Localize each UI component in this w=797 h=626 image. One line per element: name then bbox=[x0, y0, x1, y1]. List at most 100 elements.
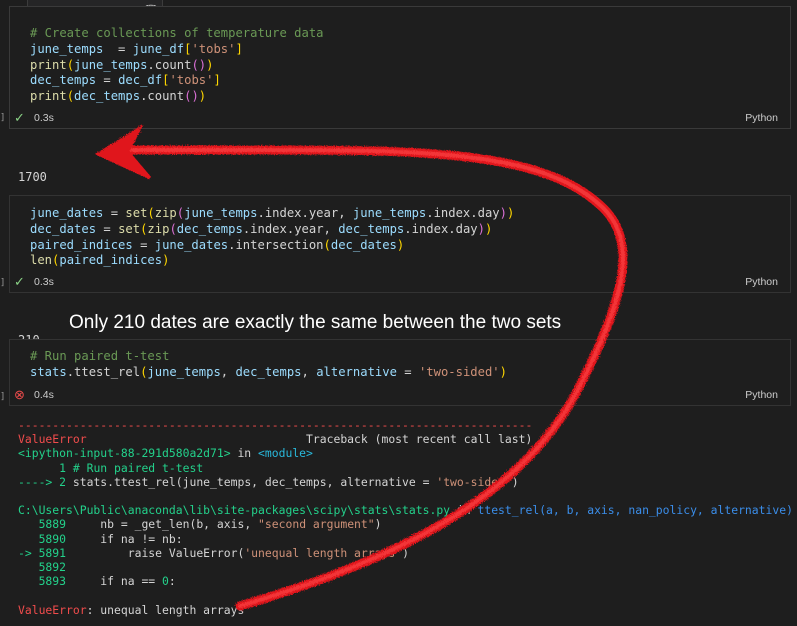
code-token: 'two-sided' bbox=[436, 474, 512, 489]
code-token: C:\Users\Public\anaconda\lib\site-packag… bbox=[18, 503, 451, 518]
cell-2-status: ✓ 0.3s Python bbox=[14, 274, 778, 292]
code-line: print(june_temps.count()) bbox=[30, 58, 324, 74]
code-token: .intersection bbox=[228, 237, 324, 252]
code-token: ) bbox=[374, 517, 382, 532]
code-token: in bbox=[450, 503, 478, 518]
cell-2-bracket: ] bbox=[0, 278, 6, 288]
code-token: ] bbox=[213, 73, 221, 88]
code-token: .index.day bbox=[404, 221, 478, 236]
code-token: # Create collections of temperature data bbox=[30, 26, 324, 40]
cell-3-language[interactable]: Python bbox=[745, 389, 778, 401]
traceback-line: ValueError Traceback (most recent call l… bbox=[18, 432, 793, 446]
cell-3-exec-time: 0.4s bbox=[34, 389, 54, 401]
traceback-line: 5892 bbox=[18, 560, 793, 574]
error-circle-icon: ⊗ bbox=[14, 387, 25, 402]
code-token: june_dates bbox=[154, 237, 229, 252]
code-token: dec_temps bbox=[74, 89, 141, 104]
code-token: in bbox=[230, 446, 259, 461]
code-token: 'tobs' bbox=[169, 73, 214, 88]
code-line: paired_indices = june_dates.intersection… bbox=[30, 238, 514, 254]
code-token: ( bbox=[323, 237, 331, 252]
code-token: Traceback (most recent call last) bbox=[86, 432, 533, 447]
code-token: dec_dates bbox=[30, 221, 97, 236]
annotation-text: Only 210 dates are exactly the same betw… bbox=[69, 312, 562, 333]
traceback-line bbox=[18, 588, 793, 602]
code-token: len bbox=[30, 253, 53, 268]
code-token: if na != nb: bbox=[66, 531, 183, 546]
code-token: alternative bbox=[316, 364, 397, 379]
code-token: 'unequal length arrays' bbox=[244, 545, 403, 560]
code-token: -> 5891 bbox=[18, 545, 67, 560]
code-token: set bbox=[118, 221, 141, 236]
code-token: june_temps bbox=[74, 57, 148, 72]
traceback-line: ----------------------------------------… bbox=[18, 418, 793, 432]
traceback-line: 5893 if na == 0: bbox=[18, 574, 793, 588]
code-token: dec_dates bbox=[330, 237, 397, 252]
code-token: print bbox=[30, 57, 67, 72]
traceback-output: ----------------------------------------… bbox=[18, 418, 793, 617]
code-token: dec_temps bbox=[235, 364, 302, 379]
code-token: dec_temps bbox=[338, 221, 405, 236]
code-line: june_dates = set(zip(june_temps.index.ye… bbox=[30, 206, 514, 222]
code-token: ) bbox=[511, 474, 519, 489]
code-token: ) bbox=[402, 545, 409, 560]
code-token: ValueError bbox=[18, 602, 87, 617]
code-line: # Run paired t-test bbox=[30, 349, 507, 365]
code-token: = bbox=[96, 221, 119, 236]
code-token: june_df bbox=[132, 41, 185, 56]
code-token: ) bbox=[162, 253, 170, 268]
cell-1-bracket: ] bbox=[0, 113, 6, 123]
cell-2-language[interactable]: Python bbox=[745, 276, 778, 288]
code-token: 5890 bbox=[18, 531, 67, 546]
code-token: <ipython-input-88-291d580a2d71> bbox=[18, 446, 231, 461]
traceback-line: 1 # Run paired t-test bbox=[18, 461, 793, 475]
cell-1-code[interactable]: # Create collections of temperature data… bbox=[30, 26, 324, 105]
code-token: ( bbox=[147, 206, 155, 220]
code-token: .index.year, bbox=[242, 221, 339, 236]
code-token: .index.day bbox=[426, 206, 500, 220]
code-line: dec_dates = set(zip(dec_temps.index.year… bbox=[30, 222, 514, 238]
traceback-line: 5890 if na != nb: bbox=[18, 532, 793, 546]
cell-1-language[interactable]: Python bbox=[745, 112, 778, 124]
traceback-line bbox=[18, 489, 793, 503]
code-token: ) bbox=[206, 57, 214, 72]
cell-1-status: ✓ 0.3s Python bbox=[14, 110, 778, 128]
code-token: , bbox=[220, 364, 236, 379]
code-token: june_temps bbox=[352, 206, 427, 220]
code-token: ttest_rel(a, b, axis, nan_policy, altern… bbox=[477, 503, 793, 518]
code-token: .count bbox=[140, 89, 185, 104]
traceback-line: -> 5891 raise ValueError('unequal length… bbox=[18, 546, 793, 560]
code-token: 'two-sided' bbox=[418, 364, 500, 379]
cell-3-code[interactable]: # Run paired t-test stats.ttest_rel(june_… bbox=[30, 349, 507, 381]
code-token: ValueError bbox=[18, 432, 87, 447]
code-token: dec_df bbox=[118, 73, 163, 88]
code-token: 'tobs' bbox=[191, 41, 236, 56]
code-token: ) bbox=[396, 237, 405, 252]
code-token: 5889 bbox=[18, 517, 67, 532]
success-check-icon: ✓ bbox=[14, 274, 25, 289]
code-token: ) bbox=[499, 364, 507, 379]
success-check-icon: ✓ bbox=[14, 110, 25, 125]
traceback-line: <ipython-input-88-291d580a2d71> in <modu… bbox=[18, 446, 793, 460]
code-token: 5893 bbox=[18, 574, 67, 589]
code-token: "second argument" bbox=[258, 517, 375, 532]
code-token: if na == bbox=[66, 574, 163, 589]
code-token: : unequal length arrays bbox=[86, 602, 245, 617]
code-token: 0 bbox=[162, 574, 169, 589]
code-token: june_dates bbox=[30, 206, 104, 220]
code-token: .count bbox=[147, 57, 192, 72]
code-token: ( bbox=[66, 89, 75, 104]
cell-1-exec-time: 0.3s bbox=[34, 112, 54, 124]
cell-3-bracket: ] bbox=[0, 392, 6, 402]
code-token: june_temps bbox=[30, 41, 104, 56]
code-token: ) bbox=[499, 206, 507, 220]
code-token: ----------------------------------------… bbox=[18, 418, 533, 432]
code-token: ) bbox=[484, 221, 493, 236]
code-token: = bbox=[396, 364, 419, 379]
code-token: () bbox=[191, 57, 207, 72]
code-token: 1 bbox=[18, 460, 67, 475]
cell-2-code[interactable]: june_dates = set(zip(june_temps.index.ye… bbox=[30, 206, 514, 269]
cell-3-status: ⊗ 0.4s Python bbox=[14, 387, 778, 405]
code-token: = bbox=[103, 41, 133, 56]
code-token: ) bbox=[477, 221, 485, 236]
